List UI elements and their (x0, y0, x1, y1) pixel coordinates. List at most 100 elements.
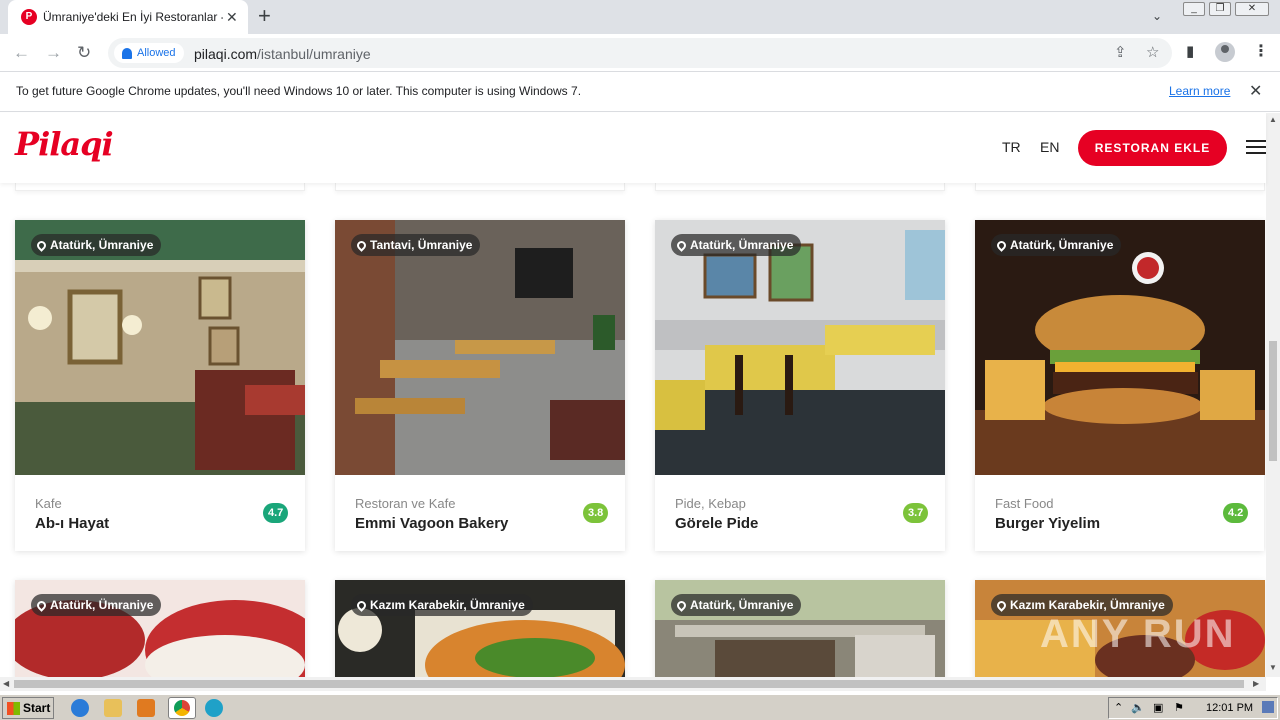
scroll-left-arrow-icon[interactable]: ◀ (3, 679, 9, 688)
chrome-icon (174, 700, 190, 716)
close-window-button[interactable]: ✕ (1235, 2, 1269, 16)
rating-badge: 3.8 (583, 503, 609, 523)
share-icon[interactable]: ⇪ (1114, 44, 1127, 62)
bookmark-star-icon[interactable]: ☆ (1146, 44, 1159, 62)
internet-explorer-icon[interactable] (71, 699, 89, 717)
restaurant-card[interactable]: Atatürk, Ümraniye Fast Food Burger Yiyel… (975, 220, 1265, 551)
location-badge: Atatürk, Ümraniye (31, 594, 162, 616)
rating-badge: 4.2 (1223, 503, 1249, 523)
restaurant-name[interactable]: Görele Pide (675, 515, 758, 532)
tab-close-icon[interactable]: ✕ (226, 9, 238, 25)
restaurant-photo: Tantavi, Ümraniye (335, 220, 625, 475)
location-label: Atatürk, Ümraniye (50, 238, 154, 252)
file-explorer-icon[interactable] (104, 699, 122, 717)
location-label: Atatürk, Ümraniye (50, 598, 154, 612)
restaurant-listing: Atatürk, Ümraniye Kafe Ab-ı Hayat 4.7 Ta… (0, 183, 1266, 677)
restaurant-photo: Atatürk, Ümraniye (655, 580, 945, 677)
browser-tab[interactable]: P Ümraniye'deki En İyi Restoranlar - İs … (8, 0, 248, 34)
location-badge: Tantavi, Ümraniye (351, 234, 481, 256)
edge-icon[interactable] (205, 699, 223, 717)
restaurant-photo: Atatürk, Ümraniye (975, 220, 1265, 475)
restaurant-name[interactable]: Emmi Vagoon Bakery (355, 515, 508, 532)
scroll-right-arrow-icon[interactable]: ▶ (1253, 679, 1259, 688)
rating-badge: 3.7 (903, 503, 929, 523)
chrome-menu-icon[interactable]: ⋮ (1253, 41, 1269, 61)
location-pin-icon (355, 238, 368, 252)
restaurant-card[interactable]: Kazım Karabekir, Ümraniye (335, 580, 625, 677)
back-arrow-icon[interactable]: ← (13, 43, 30, 63)
infobar-message: To get future Google Chrome updates, you… (16, 84, 582, 98)
url-path: /istanbul/umraniye (257, 46, 371, 62)
windows-taskbar: Start ⌃ 🔈 ▣ ⚑ 12:01 PM (0, 694, 1280, 720)
location-badge: Atatürk, Ümraniye (31, 234, 162, 256)
tray-expand-icon[interactable]: ⌃ (1114, 701, 1123, 714)
location-label: Atatürk, Ümraniye (690, 238, 794, 252)
restaurant-category: Restoran ve Kafe (355, 496, 456, 511)
browser-toolbar: ← → ↻ Allowed pilaqi.com/istanbul/umrani… (0, 34, 1280, 72)
profile-avatar-icon[interactable] (1215, 42, 1235, 62)
restaurant-card[interactable]: Atatürk, Ümraniye (655, 580, 945, 677)
site-header: Pilaqi TR EN RESTORAN EKLE (0, 113, 1266, 183)
pilaqi-logo[interactable]: Pilaqi (15, 125, 114, 163)
location-pin-icon (35, 238, 48, 252)
restaurant-category: Pide, Kebap (675, 496, 746, 511)
location-badge: Atatürk, Ümraniye (671, 594, 802, 616)
restaurant-card[interactable]: Atatürk, Ümraniye Pide, Kebap Görele Pid… (655, 220, 945, 551)
clock[interactable]: 12:01 PM (1206, 702, 1253, 714)
browser-tab-strip: P Ümraniye'deki En İyi Restoranlar - İs … (0, 0, 1280, 34)
volume-icon[interactable]: 🔈 (1131, 701, 1145, 714)
url-text[interactable]: pilaqi.com/istanbul/umraniye (194, 46, 371, 62)
restaurant-card[interactable]: Atatürk, Ümraniye Kafe Ab-ı Hayat 4.7 (15, 220, 305, 551)
location-pin-icon (675, 238, 688, 252)
location-badge: Kazım Karabekir, Ümraniye (351, 594, 533, 616)
restaurant-name[interactable]: Burger Yiyelim (995, 515, 1100, 532)
forward-arrow-icon[interactable]: → (45, 43, 62, 63)
hamburger-menu-icon[interactable] (1246, 140, 1266, 154)
restaurant-photo: Atatürk, Ümraniye (15, 580, 305, 677)
chrome-taskbar-button[interactable] (168, 697, 196, 719)
location-pin-icon (995, 598, 1008, 612)
location-label: Tantavi, Ümraniye (370, 238, 473, 252)
tab-title: Ümraniye'deki En İyi Restoranlar - İs (43, 10, 223, 24)
restaurant-card[interactable]: Atatürk, Ümraniye (15, 580, 305, 677)
minimize-window-button[interactable]: _ (1183, 2, 1205, 16)
location-pin-icon (995, 238, 1008, 252)
tab-search-chevron-icon[interactable]: ⌄ (1152, 9, 1162, 23)
location-pin-icon (675, 598, 688, 612)
infobar-close-icon[interactable]: ✕ (1249, 81, 1262, 101)
horizontal-scrollbar[interactable]: ◀ ▶ (0, 677, 1266, 691)
location-label: Atatürk, Ümraniye (1010, 238, 1114, 252)
location-pin-icon (355, 598, 368, 612)
restaurant-name[interactable]: Ab-ı Hayat (35, 515, 109, 532)
restaurant-card[interactable]: Tantavi, Ümraniye Restoran ve Kafe Emmi … (335, 220, 625, 551)
maximize-window-button[interactable]: ❐ (1209, 2, 1231, 16)
address-bar[interactable]: Allowed pilaqi.com/istanbul/umraniye ⇪ ☆ (108, 38, 1172, 68)
notification-permission-chip[interactable]: Allowed (114, 43, 184, 63)
restaurant-photo: Atatürk, Ümraniye (15, 220, 305, 475)
restaurant-photo: Atatürk, Ümraniye (655, 220, 945, 475)
previous-card-edge (655, 183, 945, 191)
scroll-down-arrow-icon[interactable]: ▼ (1269, 663, 1277, 672)
restaurant-photo: Kazım Karabekir, Ümraniye (335, 580, 625, 677)
update-infobar: To get future Google Chrome updates, you… (0, 72, 1280, 112)
start-button[interactable]: Start (2, 697, 54, 719)
add-restaurant-button[interactable]: RESTORAN EKLE (1078, 130, 1227, 166)
media-player-icon[interactable] (137, 699, 155, 717)
horizontal-scroll-thumb[interactable] (14, 680, 1244, 688)
language-tr-link[interactable]: TR (1002, 139, 1021, 155)
action-center-flag-icon[interactable]: ⚑ (1174, 701, 1184, 714)
network-icon[interactable]: ▣ (1153, 701, 1163, 714)
new-tab-icon[interactable]: + (258, 5, 271, 27)
permission-chip-label: Allowed (137, 47, 176, 59)
vertical-scrollbar[interactable]: ▲ ▼ (1266, 113, 1280, 677)
scroll-up-arrow-icon[interactable]: ▲ (1269, 115, 1277, 124)
vertical-scroll-thumb[interactable] (1269, 341, 1277, 461)
reload-icon[interactable]: ↻ (77, 43, 91, 63)
location-badge: Atatürk, Ümraniye (671, 234, 802, 256)
show-desktop-icon[interactable] (1262, 701, 1274, 713)
location-pin-icon (35, 598, 48, 612)
language-en-link[interactable]: EN (1040, 139, 1059, 155)
learn-more-link[interactable]: Learn more (1169, 84, 1230, 98)
pinterest-favicon-icon: P (21, 9, 37, 25)
side-panel-icon[interactable]: ▮ (1186, 42, 1194, 60)
